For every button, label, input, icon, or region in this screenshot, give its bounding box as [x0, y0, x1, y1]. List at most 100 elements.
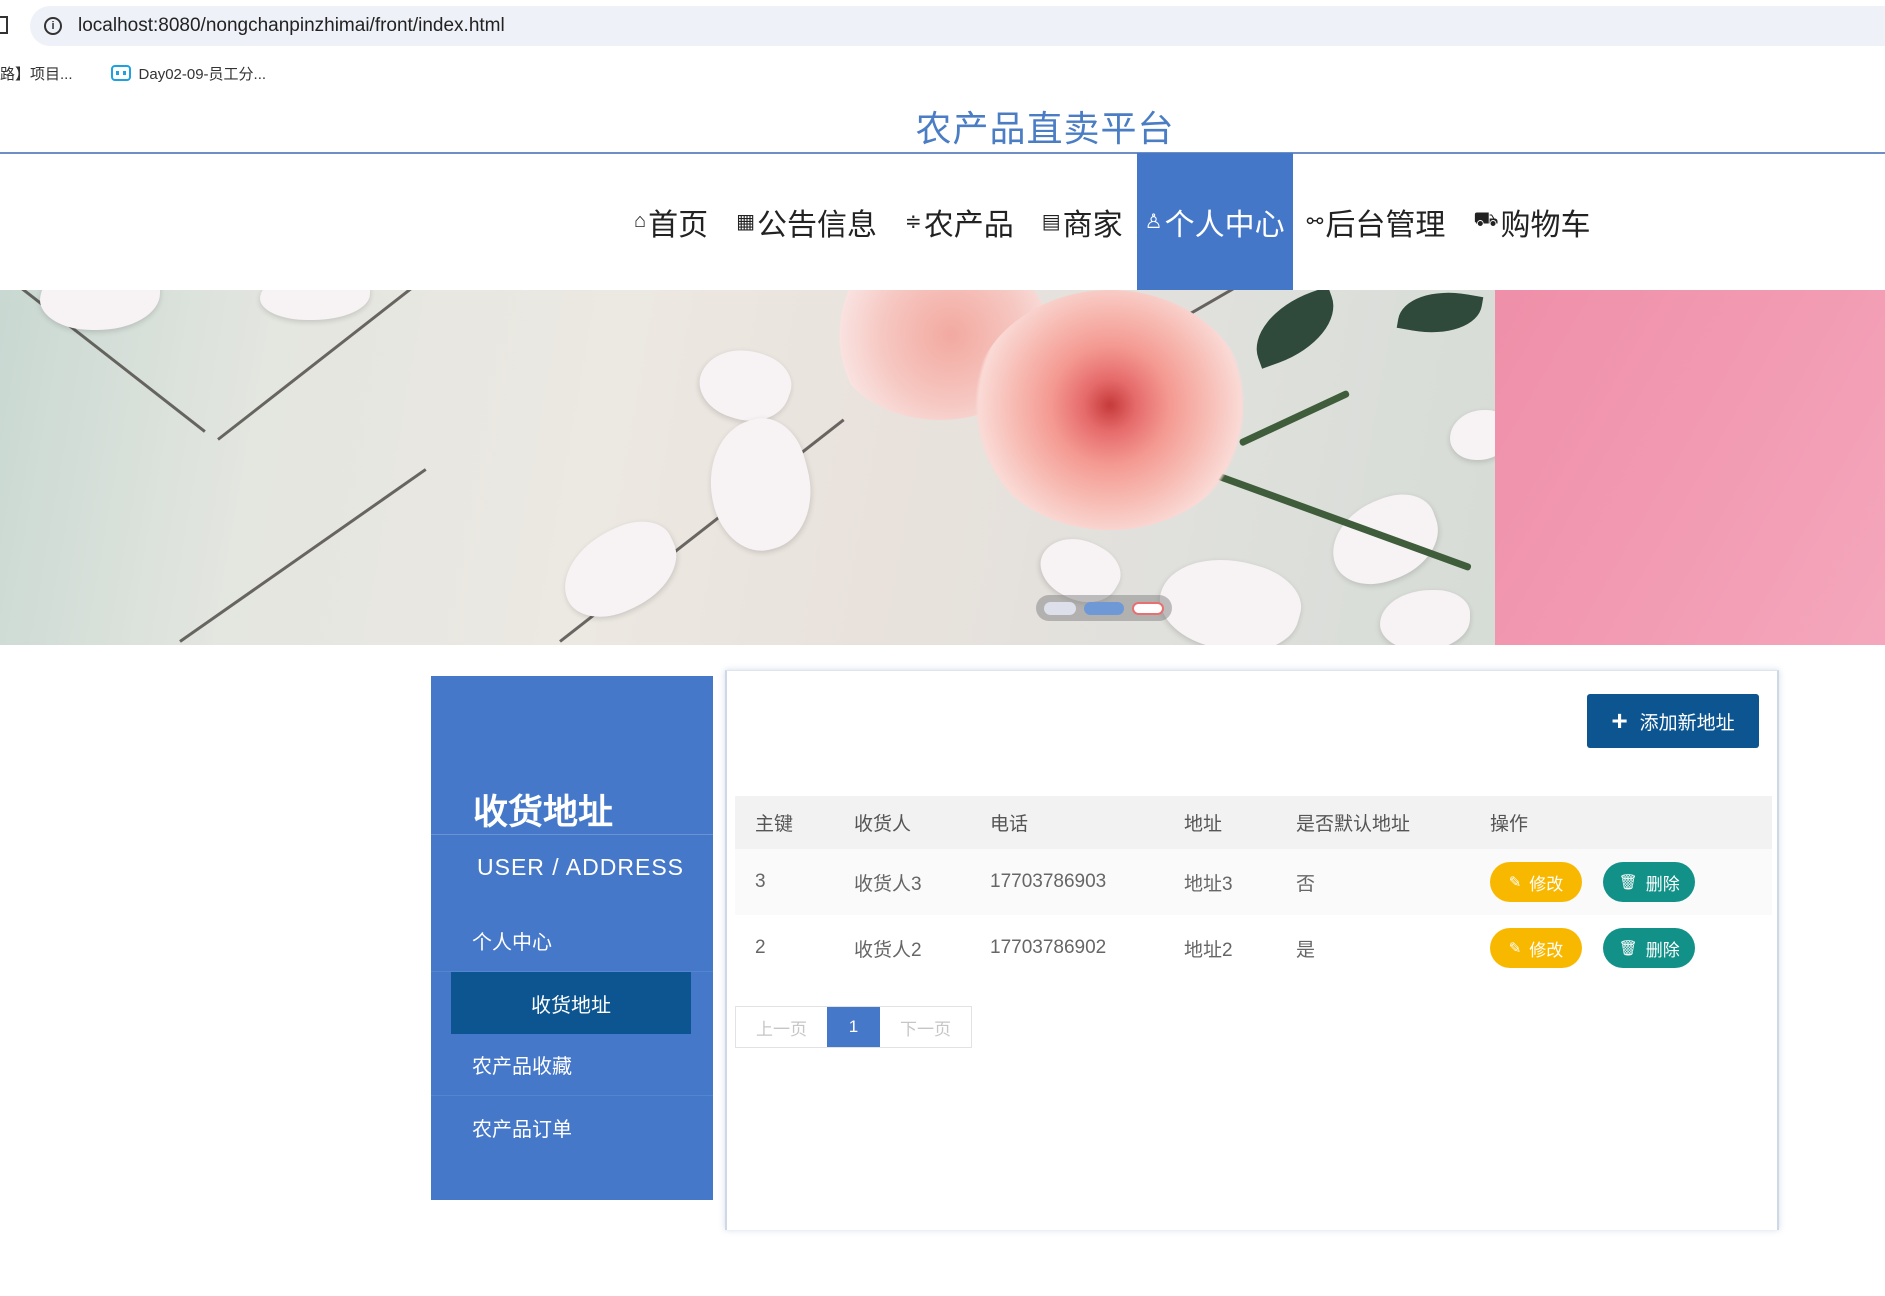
column-header: 电话 [990, 814, 1029, 835]
pencil-icon: ✎ [1508, 874, 1522, 891]
column-header: 操作 [1490, 814, 1529, 835]
pagination: 上一页 1 下一页 [735, 1006, 972, 1048]
address-table: 主键 收货人 电话 地址 是否默认地址 操作 3 收货人3 1770378690… [735, 796, 1772, 981]
user-icon: ♙ [1144, 211, 1163, 233]
rose-leaf [1243, 290, 1347, 369]
nav-label[interactable]: 农产品 [924, 200, 1014, 244]
column-header: 收货人 [854, 814, 912, 835]
bookmarks-bar: 路】项目... Day02-09-员工分... [0, 58, 296, 88]
current-page-button[interactable]: 1 [827, 1007, 880, 1047]
rose-stem [1238, 389, 1351, 447]
trash-icon: 🗑 [1618, 940, 1638, 957]
add-address-label: 添加新地址 [1639, 712, 1735, 734]
nav-home[interactable]: ⌂ 首页 [620, 153, 722, 290]
url-text[interactable]: localhost:8080/nongchanpinzhimai/front/i… [78, 15, 505, 37]
petal [40, 290, 160, 330]
nav-products[interactable]: ≑ 农产品 [891, 153, 1028, 290]
url-field[interactable]: i localhost:8080/nongchanpinzhimai/front… [30, 6, 1885, 46]
next-page-button[interactable]: 下一页 [880, 1007, 971, 1047]
petal [690, 336, 800, 434]
rose-flower [970, 290, 1250, 530]
plus-icon: + [1611, 705, 1628, 736]
column-header: 地址 [1184, 814, 1223, 835]
edit-button[interactable]: ✎ 修改 [1490, 928, 1582, 968]
nav-label[interactable]: 购物车 [1501, 200, 1591, 244]
cell-actions: ✎ 修改 🗑 删除 [1470, 915, 1772, 981]
delete-label: 删除 [1645, 940, 1680, 960]
cell-name: 收货人3 [854, 873, 922, 895]
cart-icon: ⛟ [1473, 209, 1499, 231]
carousel-indicators [1036, 595, 1172, 621]
add-address-button[interactable]: + 添加新地址 [1587, 694, 1759, 748]
sidebar-menu: 个人中心 收货地址 农产品收藏 农产品订单 [431, 910, 713, 1158]
sidebar-title: 收货地址 [473, 793, 614, 832]
petal [1380, 590, 1470, 645]
cell-phone: 17703786903 [990, 871, 1107, 892]
sidebar-item-orders[interactable]: 农产品订单 [431, 1096, 713, 1158]
cell-actions: ✎ 修改 🗑 删除 [1470, 849, 1772, 915]
table-header-row: 主键 收货人 电话 地址 是否默认地址 操作 [735, 796, 1772, 849]
browser-address-bar: i localhost:8080/nongchanpinzhimai/front… [0, 0, 1885, 50]
delete-button[interactable]: 🗑 删除 [1603, 928, 1696, 968]
trash-icon: 🗑 [1618, 874, 1638, 891]
cell-default: 是 [1296, 939, 1316, 961]
banner-slide-pink [1495, 290, 1885, 645]
edit-label: 修改 [1529, 940, 1564, 960]
petal [1150, 543, 1310, 645]
sidebar-item-user-center[interactable]: 个人中心 [431, 910, 713, 972]
bookmark-item[interactable]: 路】项目... [0, 63, 73, 84]
bookmark-label[interactable]: Day02-09-员工分... [139, 63, 267, 84]
main-nav: ⌂ 首页 ▦ 公告信息 ≑ 农产品 ▤ 商家 ♙ 个人中心 ⚯ 后台管理 ⛟ 购… [620, 153, 1605, 290]
carousel-dot[interactable] [1132, 601, 1164, 615]
grid-icon: ▦ [736, 211, 755, 233]
delete-label: 删除 [1645, 874, 1680, 894]
nav-label[interactable]: 首页 [648, 200, 708, 244]
cell-id: 2 [755, 937, 766, 958]
site-title: 农产品直卖平台 [915, 108, 1175, 149]
table-row: 3 收货人3 17703786903 地址3 否 ✎ 修改 🗑 删除 [735, 849, 1772, 915]
edit-button[interactable]: ✎ 修改 [1490, 862, 1582, 902]
nav-label[interactable]: 后台管理 [1325, 200, 1445, 244]
link-icon: ⚯ [1306, 211, 1324, 233]
petal [694, 409, 826, 561]
delete-button[interactable]: 🗑 删除 [1603, 862, 1696, 902]
bookmark-item[interactable]: Day02-09-员工分... [110, 63, 267, 84]
sidebar-item-address[interactable]: 收货地址 [451, 972, 691, 1034]
nav-announcements[interactable]: ▦ 公告信息 [722, 153, 891, 290]
nav-cart[interactable]: ⛟ 购物车 [1459, 153, 1604, 290]
sliders-icon: ≑ [905, 211, 922, 233]
pencil-icon: ✎ [1508, 940, 1522, 957]
carousel-dot-active[interactable] [1084, 601, 1124, 615]
column-header: 主键 [755, 814, 794, 835]
bookmark-label[interactable]: 路】项目... [0, 63, 73, 84]
cell-default: 否 [1296, 873, 1316, 895]
sidebar-item-favorites[interactable]: 农产品收藏 [431, 1034, 713, 1096]
nav-label[interactable]: 个人中心 [1165, 200, 1285, 244]
banner-slide-roses [0, 290, 1510, 645]
table-row: 2 收货人2 17703786902 地址2 是 ✎ 修改 🗑 删除 [735, 915, 1772, 981]
address-panel: + 添加新地址 主键 收货人 电话 地址 是否默认地址 操作 3 收货人3 17… [725, 670, 1779, 1230]
petal [548, 508, 692, 632]
cell-address: 地址2 [1184, 939, 1233, 961]
nav-admin[interactable]: ⚯ 后台管理 [1293, 153, 1460, 290]
nav-label[interactable]: 公告信息 [757, 200, 877, 244]
document-icon: ▤ [1041, 211, 1061, 233]
cell-id: 3 [755, 871, 766, 892]
nav-merchants[interactable]: ▤ 商家 [1028, 153, 1137, 290]
cell-name: 收货人2 [854, 939, 922, 961]
petal [260, 290, 370, 320]
user-sidebar: 收货地址 USER / ADDRESS 个人中心 收货地址 农产品收藏 农产品订… [431, 676, 713, 1200]
page-icon-fragment [0, 16, 8, 34]
nav-label[interactable]: 商家 [1063, 200, 1123, 244]
bilibili-icon [110, 65, 131, 81]
sidebar-divider [431, 834, 713, 835]
banner-carousel[interactable] [0, 290, 1885, 645]
nav-user-center[interactable]: ♙ 个人中心 [1136, 153, 1293, 290]
column-header: 是否默认地址 [1296, 814, 1411, 835]
rose-leaf [1396, 290, 1484, 342]
home-icon: ⌂ [634, 210, 647, 232]
edit-label: 修改 [1529, 874, 1564, 894]
carousel-dot[interactable] [1044, 601, 1076, 615]
site-info-icon[interactable]: i [44, 17, 62, 35]
prev-page-button[interactable]: 上一页 [736, 1007, 827, 1047]
